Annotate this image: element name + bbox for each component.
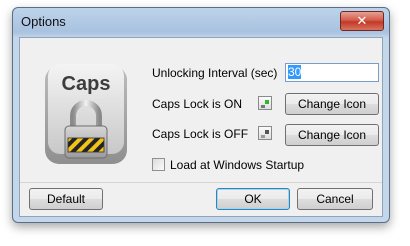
load-at-startup-checkbox[interactable] [152, 158, 165, 171]
caps-on-indicator-icon [261, 100, 269, 108]
logo-text: Caps [62, 73, 111, 95]
ok-button[interactable]: OK [216, 188, 290, 210]
caps-off-indicator-icon [261, 130, 269, 138]
change-icon-on-button[interactable]: Change Icon [285, 93, 379, 115]
load-at-startup-label[interactable]: Load at Windows Startup [170, 158, 304, 172]
footer-divider [20, 182, 382, 183]
caps-off-label: Caps Lock is OFF [152, 127, 249, 141]
unlocking-interval-label: Unlocking Interval (sec) [152, 66, 278, 80]
close-button[interactable]: ✕ [340, 11, 384, 31]
default-button[interactable]: Default [29, 188, 103, 210]
close-icon: ✕ [356, 13, 368, 28]
change-icon-off-button[interactable]: Change Icon [285, 124, 379, 146]
caps-lock-padlock-icon: Caps [45, 64, 127, 164]
dialog-body: Caps Unlocking Interval (sec) 30 Caps Lo… [19, 37, 383, 217]
caps-off-icon-preview [258, 126, 272, 140]
window-title: Options [21, 14, 66, 29]
unlocking-interval-input[interactable]: 30 [285, 63, 379, 82]
caps-lock-logo: Caps [43, 60, 129, 170]
title-bar[interactable]: Options ✕ [13, 8, 389, 36]
options-dialog: Options ✕ Caps Unlocking Interval (sec) … [12, 7, 390, 223]
cancel-button[interactable]: Cancel [297, 188, 373, 210]
caps-on-label: Caps Lock is ON [152, 97, 243, 111]
caps-on-icon-preview [258, 96, 272, 110]
